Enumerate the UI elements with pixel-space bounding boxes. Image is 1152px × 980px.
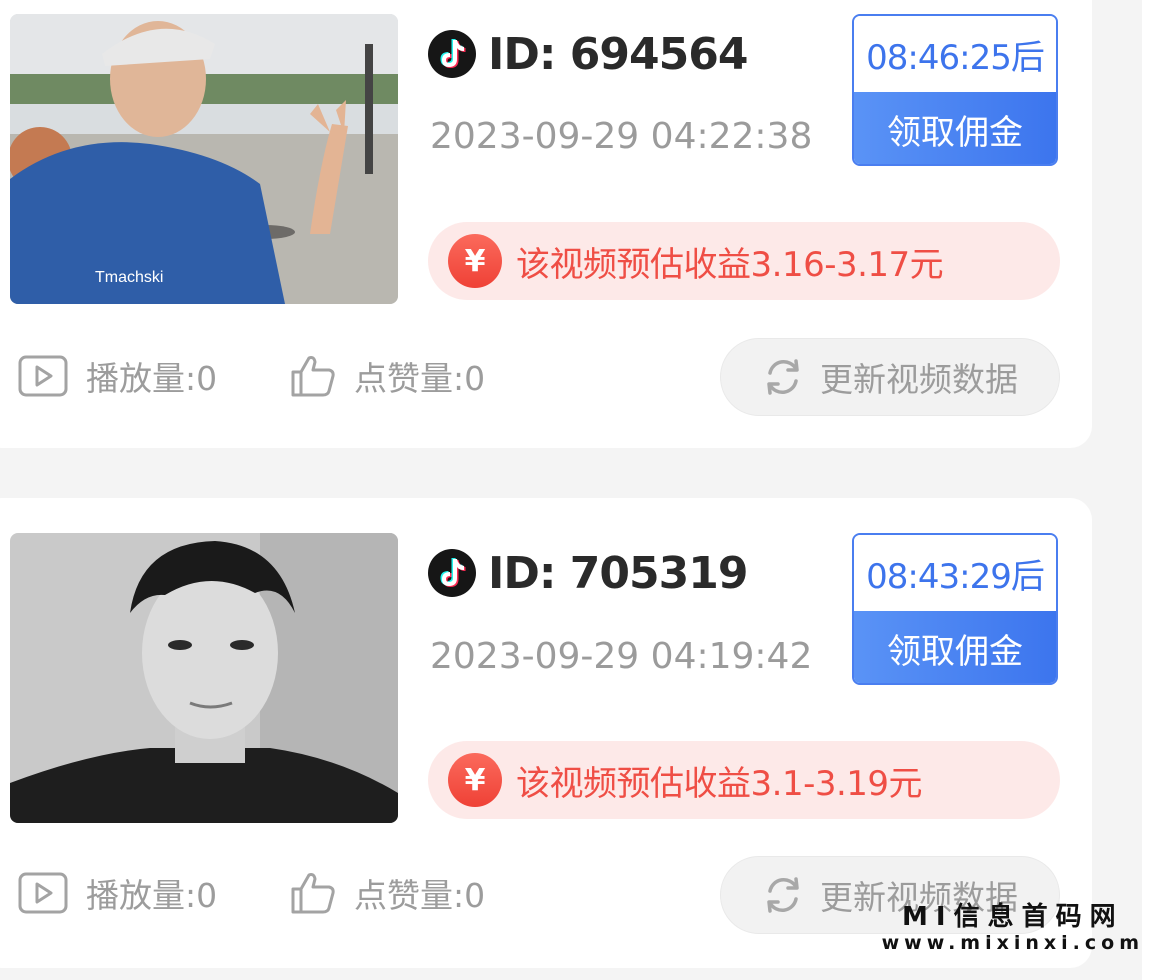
earnings-estimate: ¥ 该视频预估收益3.16-3.17元 [428, 222, 1060, 300]
play-count: 播放量:0 [18, 869, 217, 917]
claim-commission-button[interactable]: 领取佣金 [854, 611, 1056, 683]
video-id: ID: 694564 [488, 28, 748, 80]
watermark-title: MI信息首码网 [902, 902, 1124, 932]
video-thumbnail[interactable] [10, 533, 398, 823]
video-card: ID: 705319 2023-09-29 04:19:42 08:43:29后… [0, 498, 1092, 968]
watermark-url: www.mixinxi.com [881, 932, 1144, 954]
video-id-row: ID: 705319 [428, 543, 748, 603]
thumbs-up-icon [290, 871, 336, 915]
claim-commission-button[interactable]: 领取佣金 [854, 92, 1056, 164]
refresh-icon [762, 875, 804, 915]
tiktok-icon [428, 549, 476, 597]
thumbs-up-icon [290, 354, 336, 398]
refresh-video-data-button[interactable]: 更新视频数据 [720, 338, 1060, 416]
video-card: Tmachski ID: 694564 2023-09-29 04:22:38 … [0, 0, 1092, 448]
video-timestamp: 2023-09-29 04:22:38 [430, 116, 813, 157]
earnings-text: 该视频预估收益3.1-3.19元 [516, 763, 923, 804]
video-timestamp: 2023-09-29 04:19:42 [430, 636, 813, 677]
play-count-label: 播放量:0 [86, 359, 218, 398]
svg-text:Tmachski: Tmachski [95, 269, 163, 286]
like-count: 点赞量:0 [290, 352, 485, 400]
play-count-label: 播放量:0 [86, 876, 218, 915]
countdown-time: 08:46:25后 [854, 16, 1056, 92]
commission-countdown: 08:43:29后 领取佣金 [852, 533, 1058, 685]
scrollbar-track [1142, 0, 1152, 980]
play-icon [18, 872, 68, 914]
video-id-row: ID: 694564 [428, 24, 748, 84]
commission-countdown: 08:46:25后 领取佣金 [852, 14, 1058, 166]
like-count-label: 点赞量:0 [354, 359, 486, 398]
like-count: 点赞量:0 [290, 869, 485, 917]
tiktok-icon [428, 30, 476, 78]
video-list-page: Tmachski ID: 694564 2023-09-29 04:22:38 … [0, 0, 1152, 980]
earnings-text: 该视频预估收益3.16-3.17元 [516, 244, 944, 285]
refresh-label: 更新视频数据 [820, 360, 1018, 399]
yen-icon: ¥ [448, 753, 502, 807]
play-count: 播放量:0 [18, 352, 217, 400]
site-watermark: MI信息首码网 www.mixinxi.com [882, 902, 1144, 954]
video-thumbnail[interactable]: Tmachski [10, 14, 398, 304]
play-icon [18, 355, 68, 397]
yen-icon: ¥ [448, 234, 502, 288]
earnings-estimate: ¥ 该视频预估收益3.1-3.19元 [428, 741, 1060, 819]
video-id: ID: 705319 [488, 547, 748, 599]
like-count-label: 点赞量:0 [354, 876, 486, 915]
countdown-time: 08:43:29后 [854, 535, 1056, 611]
refresh-icon [762, 357, 804, 397]
